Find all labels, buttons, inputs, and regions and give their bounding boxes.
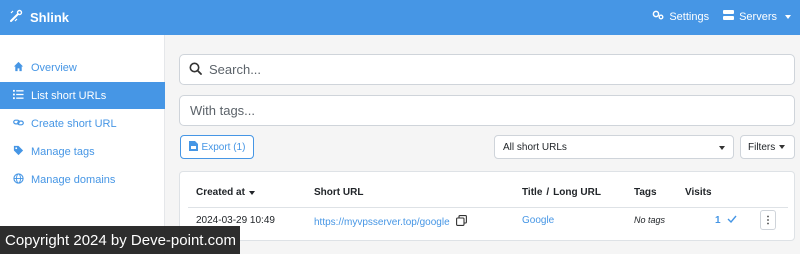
title-cell: Google: [522, 215, 554, 226]
sidebar-item-create-short-url[interactable]: Create short URL: [0, 110, 165, 137]
settings-label: Settings: [669, 10, 710, 23]
tags-input[interactable]: With tags...: [179, 95, 795, 126]
export-label: Export (1): [201, 141, 246, 153]
row-actions-button[interactable]: ⋮: [760, 210, 776, 230]
visits-count[interactable]: 1: [715, 215, 721, 226]
sidebar-item-manage-tags[interactable]: Manage tags: [0, 138, 165, 165]
file-csv-icon: [188, 140, 198, 154]
column-header-title-long-url: Title / Long URL: [522, 187, 601, 198]
short-url-link[interactable]: https://myvpsserver.top/google: [314, 217, 450, 228]
shlink-logo-icon: [9, 9, 23, 26]
filters-dropdown[interactable]: Filters: [740, 135, 795, 159]
copyright-text: Copyright 2024 by Deve-point.com: [5, 231, 236, 249]
sidebar-item-manage-domains[interactable]: Manage domains: [0, 166, 165, 193]
chevron-down-icon: [719, 146, 725, 150]
sidebar: Overview List short URLs Create short UR…: [0, 35, 165, 254]
brand[interactable]: Shlink: [9, 9, 69, 26]
check-icon: [727, 215, 737, 226]
search-input[interactable]: Search...: [179, 54, 795, 85]
sidebar-item-label: Create short URL: [31, 117, 117, 130]
settings-link[interactable]: Settings: [652, 10, 709, 23]
sidebar-item-label: List short URLs: [31, 89, 107, 102]
long-url-link[interactable]: Google: [522, 215, 554, 226]
brand-name: Shlink: [30, 10, 70, 25]
column-header-created-at[interactable]: Created at: [196, 187, 255, 198]
tags-placeholder: With tags...: [190, 103, 256, 118]
search-icon: [189, 62, 202, 78]
column-header-title[interactable]: Title: [522, 187, 542, 198]
list-icon: [13, 89, 24, 103]
ellipsis-vertical-icon: ⋮: [763, 214, 773, 226]
top-navbar: Shlink Settings Servers: [0, 0, 800, 35]
table-divider: [188, 207, 788, 208]
copyright-watermark: Copyright 2024 by Deve-point.com: [0, 226, 240, 254]
column-header-visits[interactable]: Visits: [685, 187, 712, 198]
column-header-tags[interactable]: Tags: [634, 187, 657, 198]
servers-label: Servers: [739, 10, 777, 23]
sidebar-item-list-short-urls[interactable]: List short URLs: [0, 82, 165, 109]
select-value: All short URLs: [503, 141, 567, 153]
column-header-short-url[interactable]: Short URL: [314, 187, 363, 198]
short-url-cell: https://myvpsserver.top/google: [314, 215, 467, 229]
copy-icon[interactable]: [455, 215, 467, 229]
short-urls-type-select[interactable]: All short URLs: [494, 135, 734, 159]
column-header-long-url[interactable]: Long URL: [553, 187, 601, 198]
export-button[interactable]: Export (1): [180, 135, 254, 159]
created-at-cell: 2024-03-29 10:49: [196, 215, 275, 226]
sidebar-item-overview[interactable]: Overview: [0, 54, 165, 81]
chevron-down-icon: [779, 145, 786, 149]
cogs-icon: [652, 10, 664, 23]
search-placeholder: Search...: [209, 62, 262, 77]
sidebar-item-label: Overview: [31, 61, 77, 74]
tags-cell: No tags: [634, 215, 666, 225]
filters-label: Filters: [748, 141, 776, 153]
visits-cell: 1: [715, 215, 737, 226]
servers-dropdown[interactable]: Servers: [723, 10, 791, 23]
column-header-separator: /: [546, 187, 550, 198]
home-icon: [13, 61, 24, 75]
link-icon: [13, 117, 24, 131]
sort-desc-icon: [248, 190, 255, 195]
sidebar-item-label: Manage domains: [31, 173, 116, 186]
server-icon: [723, 10, 735, 23]
tags-icon: [13, 145, 24, 159]
sidebar-item-label: Manage tags: [31, 145, 95, 158]
globe-icon: [13, 172, 24, 187]
short-urls-table: Created at Short URL Title / Long URL Ta…: [179, 171, 795, 241]
chevron-down-icon: [785, 14, 791, 19]
